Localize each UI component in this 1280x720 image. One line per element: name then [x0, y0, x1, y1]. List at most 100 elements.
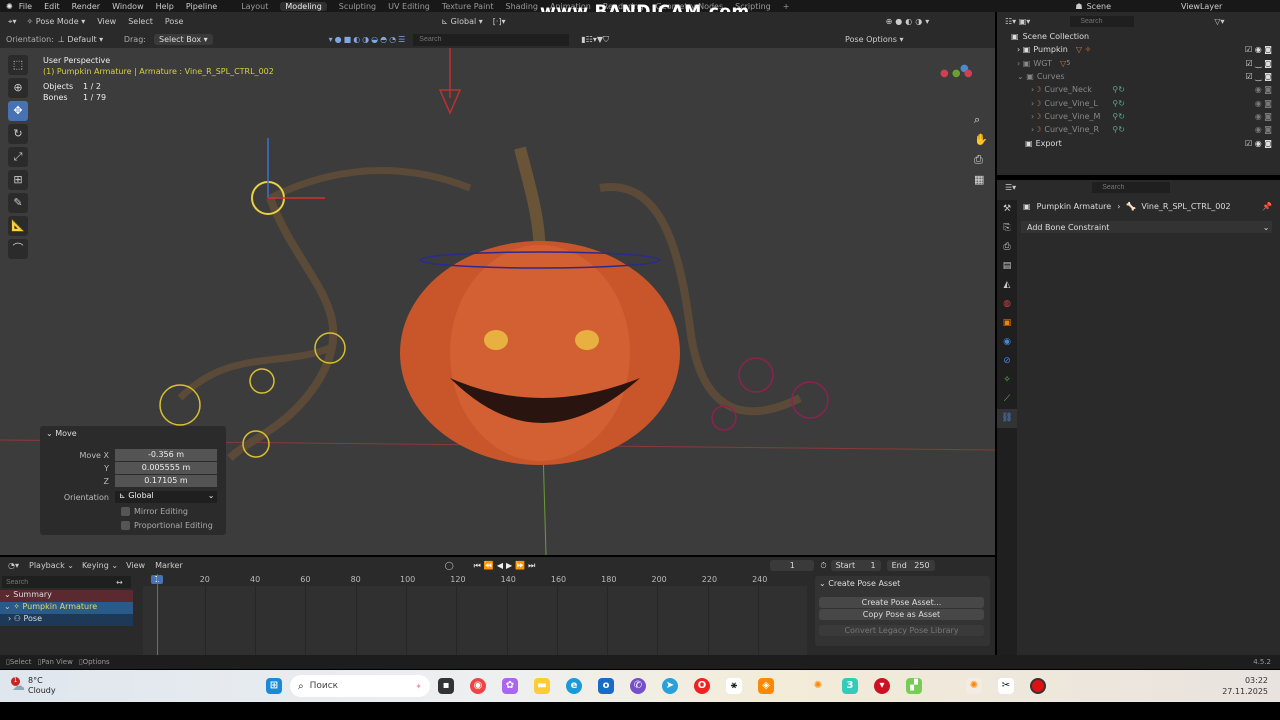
proportional-editing-checkbox[interactable] [121, 521, 130, 530]
mirror-editing-checkbox[interactable] [121, 507, 130, 516]
menu-window[interactable]: Window [112, 2, 144, 11]
telegram-icon[interactable]: ➤ [662, 678, 678, 694]
blender-active-icon[interactable]: ✺ [966, 678, 982, 694]
timeline-area[interactable]: 120406080100120140160180200220240 [143, 574, 807, 655]
playback-controls[interactable]: ⏮⏪◀▶⏩⏭ [474, 561, 539, 571]
visibility-toggles[interactable]: ☑ ◉ ◙ [1245, 139, 1272, 148]
scene-collection[interactable]: ▣ Scene Collection [1011, 30, 1280, 43]
menu-pipeline[interactable]: Pipeline [186, 2, 217, 11]
data-tab-icon[interactable]: ✧ [997, 371, 1017, 390]
app-orange-icon[interactable]: ◈ [758, 678, 774, 694]
visibility-toggles[interactable]: ☑ ‿ ◙ [1246, 72, 1272, 81]
outliner-item-curve-neck[interactable]: › ☽ Curve_Neck ⚲↻ ◉ ◙ [1011, 83, 1280, 96]
mode-selector[interactable]: ✧ Pose Mode ▾ [27, 17, 86, 26]
snap-icons[interactable]: ▾●■◐◑◒◓◔☰ [329, 35, 408, 44]
stopwatch-icon[interactable]: ⏱ [820, 561, 826, 571]
opera-icon[interactable]: O [694, 678, 710, 694]
file-explorer-icon[interactable]: ▬ [534, 678, 550, 694]
scene-tab-icon[interactable]: ◭ [997, 276, 1017, 295]
outliner-display-mode-icon[interactable]: ☷▾ ▣▾ [1005, 17, 1030, 26]
tab-uv-editing[interactable]: UV Editing [388, 2, 430, 11]
task-view-icon[interactable]: ▪ [438, 678, 454, 694]
move-tool-icon[interactable]: ✥ [8, 101, 28, 121]
menu-marker[interactable]: Marker [155, 561, 183, 570]
blender-icon[interactable]: ✺ [810, 678, 826, 694]
cursor-tool-icon[interactable]: ⊕ [8, 78, 28, 98]
auto-keying-toggle[interactable]: ◯ [445, 561, 454, 570]
menu-keying[interactable]: Keying ⌄ [82, 561, 118, 570]
add-bone-constraint-dropdown[interactable]: Add Bone Constraint ⌄ [1021, 221, 1272, 233]
menu-view[interactable]: View [97, 17, 116, 26]
visibility-toggles[interactable]: ☑ ‿ ◙ [1246, 59, 1272, 68]
measure-tool-icon[interactable]: 📐 [8, 216, 28, 236]
annotate-tool-icon[interactable]: ✎ [8, 193, 28, 213]
bone-constraint-tab-icon[interactable]: ⛓ [997, 409, 1017, 428]
capcut-icon[interactable]: ✂ [998, 678, 1014, 694]
output-tab-icon[interactable]: ⎙ [997, 238, 1017, 257]
timeline-editor-icon[interactable]: ◔▾ [8, 561, 19, 570]
tab-shading[interactable]: Shading [506, 2, 539, 11]
move-x-field[interactable]: -0.356 m [115, 449, 217, 461]
camera-icon[interactable]: ⎙ [974, 150, 988, 170]
menu-help[interactable]: Help [156, 2, 174, 11]
taskbar-search[interactable]: ⌕ Поиск ✦ [290, 675, 430, 697]
object-tab-icon[interactable]: ▣ [997, 314, 1017, 333]
transform-tool-icon[interactable]: ⊞ [8, 170, 28, 190]
rotate-tool-icon[interactable]: ↻ [8, 124, 28, 144]
outliner-filter-icon[interactable]: ▽▾ [1214, 17, 1224, 26]
menu-pose[interactable]: Pose [165, 17, 184, 26]
tab-modeling[interactable]: Modeling [280, 1, 327, 11]
edge-icon[interactable]: e [566, 678, 582, 694]
menu-select[interactable]: Select [128, 17, 153, 26]
outliner-item-curves[interactable]: ⌄ ▣ Curves ☑ ‿ ◙ [1011, 70, 1280, 83]
constraints-tab-icon[interactable]: ⊘ [997, 352, 1017, 371]
scale-tool-icon[interactable]: ⤢ [8, 147, 28, 167]
view-layer-tab-icon[interactable]: ▤ [997, 257, 1017, 276]
viewport-shading-icons[interactable]: ⊕●◐◑▾ [886, 17, 933, 26]
menu-render[interactable]: Render [72, 2, 100, 11]
orientation-dropdown[interactable]: ⊥ Default ▾ [58, 35, 120, 44]
move-y-field[interactable]: 0.005555 m [115, 462, 217, 474]
menu-view[interactable]: View [126, 561, 145, 570]
end-frame-field[interactable]: End 250 [886, 560, 935, 571]
physics-tab-icon[interactable]: ◉ [997, 333, 1017, 352]
outliner-item-curve-vine-r[interactable]: › ☽ Curve_Vine_R ⚲↻ ◉ ◙ [1011, 123, 1280, 136]
pan-hand-icon[interactable]: ✋ [974, 130, 988, 150]
outliner-item-wgt[interactable]: › ▣ WGT ▽ 5 ☑ ‿ ◙ [1011, 57, 1280, 70]
outliner-search-input[interactable] [1070, 15, 1135, 27]
orientation-dropdown[interactable]: ⊾ Global ⌄ [115, 491, 217, 503]
playhead[interactable] [157, 574, 158, 655]
create-pose-asset-button[interactable]: Create Pose Asset... [819, 597, 984, 608]
transform-orientation-dropdown[interactable]: ⊾ Global ▾ [441, 17, 482, 26]
outlook-icon[interactable]: o [598, 678, 614, 694]
3d-app-icon[interactable]: 3 [842, 678, 858, 694]
copilot-icon[interactable]: ✿ [502, 678, 518, 694]
channel-pumpkin-armature[interactable]: ⌄ ✧ Pumpkin Armature [0, 602, 133, 614]
search-input[interactable] [413, 33, 570, 46]
tab-texture-paint[interactable]: Texture Paint [442, 2, 494, 11]
select-box-tool-icon[interactable]: ⬚ [8, 55, 28, 75]
tab-layout[interactable]: Layout [241, 2, 268, 11]
weather-widget[interactable]: ☁ 1 8°C Cloudy [11, 676, 262, 696]
tool-tab-icon[interactable]: ⚒ [997, 200, 1017, 219]
pin-icon[interactable]: 📌 [1262, 202, 1272, 211]
properties-editor-type-icon[interactable]: ☰▾ [1005, 183, 1016, 192]
viewport-nav-buttons[interactable]: ⌕ ✋ ⎙ ▦ [974, 110, 988, 190]
channel-summary[interactable]: ⌄ Summary [0, 590, 133, 602]
start-frame-field[interactable]: Start 1 [830, 560, 881, 571]
blender-logo-icon[interactable]: ✺ [6, 2, 13, 11]
channel-search-input[interactable] [6, 578, 116, 586]
copy-pose-as-asset-button[interactable]: Copy Pose as Asset [819, 609, 984, 620]
windows-start-icon[interactable]: ⊞ [266, 678, 282, 694]
relax-tool-icon[interactable]: ⌒ [8, 239, 28, 259]
scene-selector[interactable]: Scene [1087, 2, 1111, 11]
channel-pose[interactable]: › ⚇ Pose [0, 614, 133, 626]
view-layer-selector[interactable]: ViewLayer [1181, 2, 1222, 11]
grid-icon[interactable]: ▦ [974, 170, 988, 190]
outliner-item-export[interactable]: ▣ Export ☑ ◉ ◙ [1011, 136, 1280, 149]
visibility-toggles[interactable]: ☑ ◉ ◙ [1245, 45, 1272, 54]
pose-options-dropdown[interactable]: Pose Options ▾ [845, 35, 904, 44]
menu-playback[interactable]: Playback ⌄ [29, 561, 74, 570]
current-frame-field[interactable]: 1 [770, 560, 815, 571]
zoom-icon[interactable]: ⌕ [974, 110, 988, 130]
